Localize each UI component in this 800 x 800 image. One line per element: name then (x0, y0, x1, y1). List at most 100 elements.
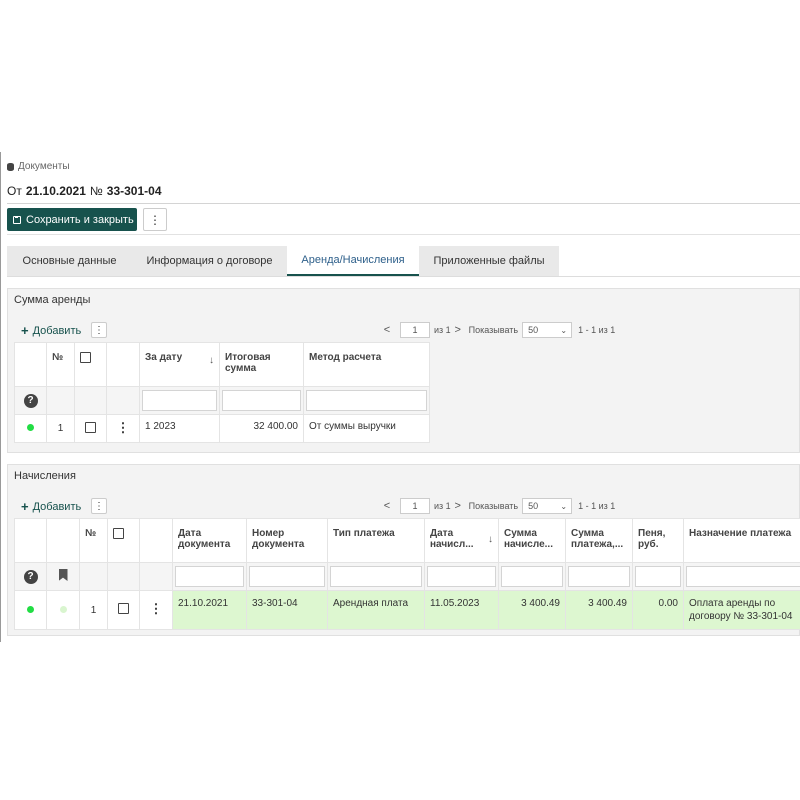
document-number: 33-301-04 (106, 184, 162, 198)
total-column-header[interactable]: Итоговая сумма (219, 342, 304, 387)
purpose-filter-input[interactable] (686, 566, 800, 587)
charges-table: № Дата документа Номер документа Тип пла… (14, 518, 800, 630)
charges-add-button[interactable]: + Добавить (21, 499, 81, 514)
doc-date-filter-input[interactable] (175, 566, 244, 587)
charge-sum-filter-input[interactable] (501, 566, 563, 587)
table-row[interactable]: 1 ⋮ 21.10.2021 33-301-04 Арендная плата … (14, 590, 800, 630)
help-cell: ? (14, 562, 47, 591)
tab-bar: Основные данные Информация о договоре Ар… (7, 246, 559, 276)
method-filter-input[interactable] (306, 390, 427, 411)
row-menu-icon[interactable]: ⋮ (150, 601, 163, 616)
payment-sum-filter-input[interactable] (568, 566, 630, 587)
penalty-filter-input[interactable] (635, 566, 681, 587)
page-count: из 1 (434, 325, 451, 335)
payment-sum-value: 3 400.49 (588, 598, 627, 609)
date-column-header[interactable]: За дату ↓ (139, 342, 220, 387)
page-size-select[interactable]: 50 ⌄ (522, 322, 573, 338)
penalty-column-header[interactable]: Пеня, руб. (632, 518, 684, 563)
next-page-button[interactable]: > (451, 500, 465, 512)
help-cell: ? (14, 386, 47, 415)
bookmark-icon[interactable] (58, 569, 68, 581)
record-range: 1 - 1 из 1 (578, 501, 616, 511)
filter-cell (106, 386, 140, 415)
num-column-header[interactable]: № (79, 518, 108, 563)
doc-number-column-header[interactable]: Номер документа (246, 518, 328, 563)
prev-page-button[interactable]: < (380, 500, 394, 512)
payment-type-column-header[interactable]: Тип платежа (327, 518, 425, 563)
select-all-checkbox[interactable] (80, 352, 91, 363)
charges-more-button[interactable]: ⋮ (91, 498, 107, 514)
num-column-header[interactable]: № (46, 342, 75, 387)
charges-pager: < 1 из 1 > Показывать 50 ⌄ 1 - 1 из 1 (380, 498, 615, 514)
filter-cell (565, 562, 633, 591)
document-date: 21.10.2021 (25, 184, 86, 198)
flag-column-header (46, 518, 80, 563)
total-filter-input[interactable] (222, 390, 301, 411)
doc-date-column-header[interactable]: Дата документа (172, 518, 247, 563)
title-divider (7, 203, 800, 204)
flag-cell (46, 590, 80, 630)
status-dot-icon (27, 424, 34, 431)
table-row[interactable]: 1 ⋮ 1 2023 32 400.00 От суммы выручки (14, 414, 430, 443)
tab-attached-files[interactable]: Приложенные файлы (419, 246, 559, 276)
filter-cell (139, 386, 220, 415)
page-number-input[interactable]: 1 (400, 498, 430, 514)
rent-more-button[interactable]: ⋮ (91, 322, 107, 338)
tab-contract-info[interactable]: Информация о договоре (132, 246, 287, 276)
status-cell (14, 414, 47, 443)
filter-cell (632, 562, 684, 591)
payment-type-filter-input[interactable] (330, 566, 422, 587)
filter-cell (107, 562, 140, 591)
charge-sum-column-header[interactable]: Сумма начисле... (498, 518, 566, 563)
page-size-value: 50 (528, 325, 539, 335)
chevron-down-icon: ⌄ (560, 501, 568, 511)
penalty-value: 0.00 (658, 598, 678, 609)
filter-cell (172, 562, 247, 591)
sort-down-icon[interactable]: ↓ (209, 355, 214, 366)
chevron-down-icon: ⌄ (560, 325, 568, 335)
floppy-disk-icon (13, 215, 21, 224)
save-button-label: Сохранить и закрыть (26, 213, 134, 226)
status-dot-icon (27, 605, 34, 613)
row-checkbox[interactable] (118, 603, 129, 614)
breadcrumb[interactable]: Документы (7, 161, 70, 172)
row-actions-cell: ⋮ (106, 414, 140, 443)
payment-sum-column-header[interactable]: Сумма платежа,... (565, 518, 633, 563)
page-size-select[interactable]: 50 ⌄ (522, 498, 573, 514)
row-checkbox[interactable] (85, 421, 96, 433)
filter-cell (46, 386, 75, 415)
tab-bar-filler (559, 246, 800, 276)
charge-date-cell: 11.05.2023 (424, 590, 499, 630)
tab-rent-charges[interactable]: Аренда/Начисления (287, 246, 419, 276)
filter-cell (79, 562, 108, 591)
help-icon[interactable]: ? (23, 393, 38, 408)
charge-date-column-header[interactable]: Дата начисл... ↓ (424, 518, 499, 563)
filter-row: ? (14, 562, 800, 591)
row-actions-cell: ⋮ (139, 590, 173, 630)
page-count: из 1 (434, 501, 451, 511)
doc-number-filter-input[interactable] (249, 566, 325, 587)
tab-main-data[interactable]: Основные данные (7, 246, 132, 276)
save-and-close-button[interactable]: Сохранить и закрыть (7, 208, 137, 231)
payment-sum-cell: 3 400.49 (565, 590, 633, 630)
table-header-row: № За дату ↓ Итоговая сумма Метод расчета (14, 342, 430, 387)
purpose-column-header[interactable]: Назначение платежа (683, 518, 800, 563)
sort-down-icon[interactable]: ↓ (488, 534, 493, 545)
page-number-input[interactable]: 1 (400, 322, 430, 338)
purpose-cell: Оплата аренды по договору № 33-301-04 (683, 590, 800, 630)
more-actions-button[interactable]: ⋮ (143, 208, 167, 231)
filter-cell (246, 562, 328, 591)
row-menu-icon[interactable]: ⋮ (117, 420, 130, 435)
toolbar-divider (7, 234, 800, 235)
prev-page-button[interactable]: < (380, 324, 394, 336)
rent-add-button[interactable]: + Добавить (21, 323, 81, 338)
help-icon[interactable]: ? (23, 569, 38, 584)
doc-date-value: 21.10.2021 (178, 598, 229, 609)
next-page-button[interactable]: > (451, 324, 465, 336)
date-value: 1 2023 (145, 421, 176, 432)
page-size-value: 50 (528, 501, 539, 511)
method-column-header[interactable]: Метод расчета (303, 342, 430, 387)
date-filter-input[interactable] (142, 390, 217, 411)
charge-date-filter-input[interactable] (427, 566, 496, 587)
select-all-checkbox[interactable] (113, 528, 124, 539)
